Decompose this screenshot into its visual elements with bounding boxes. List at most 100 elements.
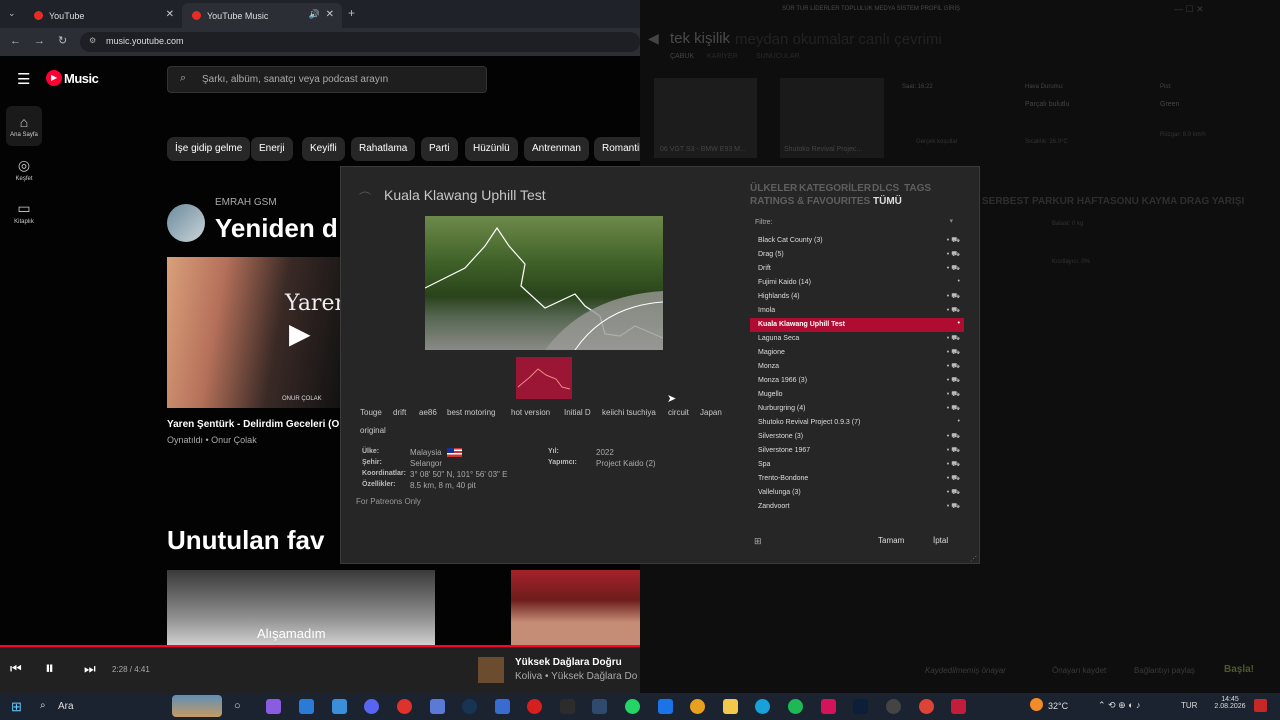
track-list-item[interactable]: Imola • ⛟ <box>750 304 964 318</box>
preset-select[interactable]: Kaydedilmemiş önayar <box>925 666 1006 675</box>
album-art[interactable]: Yaren ONUR ÇOLAK ▶ <box>167 257 349 408</box>
car-card[interactable]: 06 VGT S3 - BMW E93 M... <box>654 78 757 158</box>
app-icon[interactable] <box>886 699 901 714</box>
spotify-icon[interactable] <box>788 699 803 714</box>
track-list-item[interactable]: Laguna Seca • ⛟ <box>750 332 964 346</box>
new-tab-button[interactable]: + <box>348 6 355 20</box>
mood-chip[interactable]: Enerji <box>251 137 293 161</box>
play-icon[interactable]: ▶ <box>289 317 311 350</box>
mood-chip[interactable]: Antrenman <box>524 137 589 161</box>
start-button[interactable]: Başla! <box>1224 664 1254 675</box>
track-list-item[interactable]: Mugello • ⛟ <box>750 388 964 402</box>
content-manager-icon[interactable] <box>951 699 966 714</box>
forward-icon[interactable]: → <box>34 35 45 47</box>
save-preset-button[interactable]: Önayarı kaydet <box>1052 666 1106 675</box>
app-icon[interactable] <box>430 699 445 714</box>
mood-chip[interactable]: Rahatlama <box>351 137 416 161</box>
weather-icon[interactable] <box>1030 698 1043 711</box>
track-list-item[interactable]: Spa • ⛟ <box>750 458 964 472</box>
share-link-button[interactable]: Bağlantıyı paylaş <box>1134 666 1195 675</box>
mood-chip[interactable]: Romantik <box>594 137 640 161</box>
resize-grip-icon[interactable]: ⋰ <box>970 555 977 563</box>
tab-list-icon[interactable]: ⌄ <box>8 8 16 19</box>
track-tag[interactable]: best motoring <box>447 408 495 417</box>
track-tag[interactable]: drift <box>393 408 406 417</box>
menu-icon[interactable]: ☰ <box>17 70 30 88</box>
ok-button[interactable]: Tamam <box>878 536 904 545</box>
notification-icon[interactable] <box>1254 699 1267 712</box>
reload-icon[interactable]: ↻ <box>58 34 67 47</box>
track-list-item-selected[interactable]: Kuala Klawang Uphill Test • <box>750 318 964 332</box>
category-tags[interactable]: TAGS <box>904 183 931 194</box>
app-icon[interactable] <box>592 699 607 714</box>
copilot-icon[interactable] <box>266 699 281 714</box>
track-list-item[interactable]: Trento-Bondone • ⛟ <box>750 472 964 486</box>
avatar[interactable] <box>167 204 205 242</box>
track-list-item[interactable]: Highlands (4) • ⛟ <box>750 290 964 304</box>
category-ratings[interactable]: RATINGS & FAVOURITES <box>750 196 870 207</box>
chrome-icon[interactable] <box>690 699 705 714</box>
card-title[interactable]: Yaren Şentürk - Delirdim Geceleri (O <box>167 419 340 430</box>
outlook-icon[interactable] <box>658 699 673 714</box>
chevron-down-icon[interactable]: ▾ <box>949 217 953 225</box>
discord-icon[interactable] <box>364 699 379 714</box>
store-icon[interactable] <box>299 699 314 714</box>
track-list-item[interactable]: Fujimi Kaido (14) • <box>750 276 964 290</box>
track-list-item[interactable]: Drift • ⛟ <box>750 262 964 276</box>
category-countries[interactable]: ÜLKELER <box>750 183 797 194</box>
weather-select[interactable]: Parçalı bulutlu <box>1025 101 1069 108</box>
whatsapp-icon[interactable] <box>625 699 640 714</box>
track-tag[interactable]: keiichi tsuchiya <box>602 408 656 417</box>
track-state-select[interactable]: Green <box>1160 101 1179 108</box>
track-tag[interactable]: ae86 <box>419 408 437 417</box>
now-playing-artist[interactable]: Koliva • Yüksek Dağlara Do <box>515 671 640 682</box>
track-list-item[interactable]: Drag (5) • ⛟ <box>750 248 964 262</box>
real-conditions-checkbox[interactable]: Gerçek koşullar <box>916 139 958 145</box>
city-value[interactable]: Selangor <box>410 459 442 468</box>
search-input[interactable]: ⌕ Şarkı, albüm, sanatçı veya podcast ara… <box>167 66 487 93</box>
search-highlight-image[interactable] <box>172 695 222 717</box>
sidebar-item-home[interactable]: ⌂ Ana Sayfa <box>6 106 42 146</box>
category-categories[interactable]: KATEGORİLER <box>799 183 871 194</box>
ytm-logo-text[interactable]: Music <box>64 71 99 86</box>
site-info-icon[interactable]: ⚙ <box>89 36 96 45</box>
back-icon[interactable]: ◀ <box>648 30 659 47</box>
sub-tab-servers[interactable]: SUNUCULAR <box>756 53 800 60</box>
mood-chip[interactable]: Hüzünlü <box>465 137 518 161</box>
edge-icon[interactable] <box>755 699 770 714</box>
steam-icon[interactable] <box>462 699 477 714</box>
window-controls[interactable]: — ☐ ✕ <box>1174 4 1204 15</box>
video-thumbnail[interactable]: Alışamadım <box>167 570 435 645</box>
address-bar[interactable]: ⚙ music.youtube.com <box>80 32 640 52</box>
year-value[interactable]: 2022 <box>596 448 614 457</box>
track-tag[interactable]: Japan <box>700 408 722 417</box>
close-icon[interactable]: ✕ <box>326 9 334 20</box>
ytm-logo-icon[interactable]: ▶ <box>46 70 62 86</box>
track-list-item[interactable]: Zandvoort • ⛟ <box>750 500 964 514</box>
next-icon[interactable]: ⏭ <box>84 661 96 677</box>
app-icon[interactable] <box>495 699 510 714</box>
game-header-faded[interactable]: meydan okumalar canlı çevrimi <box>735 31 942 48</box>
mood-chip[interactable]: Keyifli <box>302 137 345 161</box>
sub-tab-quick[interactable]: ÇABUK <box>670 53 694 60</box>
sub-tab-career[interactable]: KARİYER <box>707 53 738 60</box>
track-list-item[interactable]: Vallelunga (3) • ⛟ <box>750 486 964 500</box>
windows-start-icon[interactable]: ⊞ <box>11 699 22 715</box>
file-explorer-icon[interactable] <box>723 699 738 714</box>
track-card[interactable]: Shutoko Revival Projec... <box>780 78 884 158</box>
speaker-icon[interactable]: 🔊 <box>309 9 320 20</box>
track-list-item[interactable]: Silverstone (3) • ⛟ <box>750 430 964 444</box>
track-list-item[interactable]: Nurburgring (4) • ⛟ <box>750 402 964 416</box>
tray-icons[interactable]: ⌃ ⟲ ⊕ ◐ ♪ <box>1098 700 1141 711</box>
track-list-item[interactable]: Silverstone 1967 • ⛟ <box>750 444 964 458</box>
track-tag[interactable]: circuit <box>668 408 689 417</box>
mood-chip[interactable]: Parti <box>421 137 458 161</box>
back-icon[interactable]: ← <box>10 35 21 47</box>
sidebar-item-library[interactable]: ▭ Kitaplık <box>6 200 42 225</box>
previous-icon[interactable]: ⏮ <box>10 661 22 677</box>
pause-icon[interactable]: ⏸ <box>45 658 54 679</box>
tab-youtube-music[interactable]: YouTube Music 🔊 ✕ <box>182 3 342 28</box>
clock[interactable]: 14:45 2.08.2026 <box>1210 696 1250 710</box>
track-list-item[interactable]: Black Cat County (3) • ⛟ <box>750 234 964 248</box>
app-icon[interactable] <box>560 699 575 714</box>
